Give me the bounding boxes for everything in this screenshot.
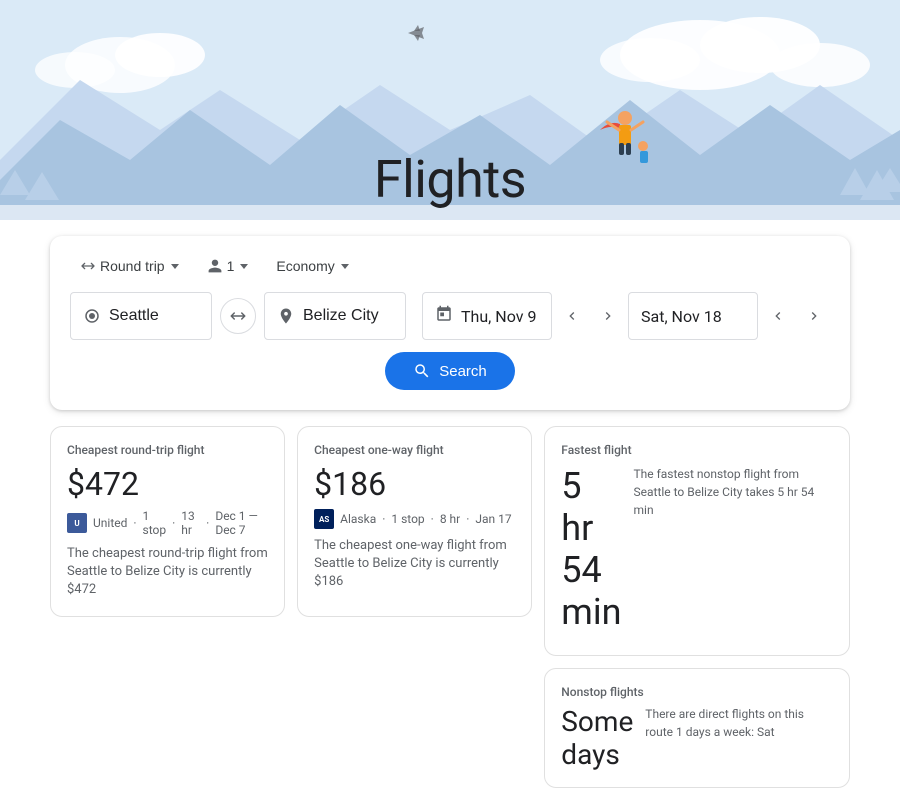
fastest-time: 5 hr 54 min <box>561 465 621 633</box>
nonstop-desc: There are direct flights on this route 1… <box>645 705 833 771</box>
cheapest-roundtrip-airline-row: U United · 1 stop · 13 hr · Dec 1 — Dec … <box>67 509 268 537</box>
cheapest-roundtrip-desc: The cheapest round-trip flight from Seat… <box>67 545 268 600</box>
passengers-button[interactable]: 1 <box>197 252 259 280</box>
return-date-prev[interactable] <box>762 300 794 332</box>
destination-icon <box>277 307 295 325</box>
passengers-chevron <box>240 264 248 269</box>
cheapest-oneway-price: $186 <box>314 465 515 503</box>
round-trip-icon <box>80 258 96 274</box>
date-section: Thu, Nov 9 Sat, Nov 18 <box>422 292 830 340</box>
search-container: Round trip 1 Economy <box>50 236 850 410</box>
fastest-card-inner: 5 hr 54 min The fastest nonstop flight f… <box>561 465 833 639</box>
chevron-right-icon <box>600 308 616 324</box>
trip-type-label: Round trip <box>100 258 165 274</box>
fastest-desc: The fastest nonstop flight from Seattle … <box>634 465 834 639</box>
cards-section: Cheapest round-trip flight $472 U United… <box>50 426 850 788</box>
destination-input[interactable] <box>303 307 393 325</box>
depart-date-next[interactable] <box>592 300 624 332</box>
cheapest-oneway-stops: 1 stop <box>391 512 424 526</box>
depart-date-text: Thu, Nov 9 <box>461 307 536 326</box>
trip-type-chevron <box>171 264 179 269</box>
cheapest-roundtrip-card[interactable]: Cheapest round-trip flight $472 U United… <box>50 426 285 617</box>
nonstop-flights-card[interactable]: Nonstop flights Some days There are dire… <box>544 668 850 788</box>
depart-date-field[interactable]: Thu, Nov 9 <box>422 292 552 340</box>
cheapest-roundtrip-duration: 13 hr <box>181 509 200 537</box>
depart-date-prev[interactable] <box>556 300 588 332</box>
origin-input[interactable] <box>109 307 199 325</box>
search-options-bar: Round trip 1 Economy <box>70 252 830 280</box>
cabin-label: Economy <box>276 258 334 274</box>
nonstop-card-inner: Some days There are direct flights on th… <box>561 705 833 771</box>
cheapest-roundtrip-dates: Dec 1 — Dec 7 <box>215 509 268 537</box>
calendar-icon <box>435 305 453 327</box>
passengers-label: 1 <box>227 258 235 274</box>
right-column: Fastest flight 5 hr 54 min The fastest n… <box>544 426 850 788</box>
fastest-card-main: 5 hr 54 min <box>561 465 621 639</box>
swap-button[interactable] <box>220 298 256 334</box>
person-icon <box>207 258 223 274</box>
cheapest-roundtrip-airline: United <box>93 516 127 530</box>
return-date-field[interactable]: Sat, Nov 18 <box>628 292 758 340</box>
cabin-chevron <box>341 264 349 269</box>
cheapest-roundtrip-stops: 1 stop <box>143 509 167 537</box>
search-button-wrap: Search <box>70 352 830 390</box>
nonstop-heading: Some days <box>561 705 633 771</box>
destination-field[interactable] <box>264 292 406 340</box>
origin-field[interactable] <box>70 292 212 340</box>
trip-type-button[interactable]: Round trip <box>70 252 189 280</box>
origin-icon <box>83 307 101 325</box>
search-icon <box>413 362 431 380</box>
chevron-left-2-icon <box>770 308 786 324</box>
hero-section: Flights <box>0 0 900 220</box>
united-logo: U <box>67 513 87 533</box>
search-button[interactable]: Search <box>385 352 515 390</box>
cabin-button[interactable]: Economy <box>266 252 358 280</box>
cheapest-oneway-card[interactable]: Cheapest one-way flight $186 AS Alaska ·… <box>297 426 532 617</box>
cheapest-roundtrip-price: $472 <box>67 465 268 503</box>
return-date-next[interactable] <box>798 300 830 332</box>
cheapest-oneway-label: Cheapest one-way flight <box>314 443 515 457</box>
cheapest-oneway-airline-row: AS Alaska · 1 stop · 8 hr · Jan 17 <box>314 509 515 529</box>
cheapest-oneway-duration: 8 hr <box>440 512 460 526</box>
chevron-right-2-icon <box>806 308 822 324</box>
search-inputs-row: Thu, Nov 9 Sat, Nov 18 <box>70 292 830 340</box>
cheapest-oneway-airline: Alaska <box>340 512 376 526</box>
page-title: Flights <box>374 149 526 210</box>
cheapest-oneway-date: Jan 17 <box>475 512 511 526</box>
alaska-logo: AS <box>314 509 334 529</box>
chevron-left-icon <box>564 308 580 324</box>
nonstop-label: Nonstop flights <box>561 685 833 699</box>
fastest-flight-card[interactable]: Fastest flight 5 hr 54 min The fastest n… <box>544 426 850 656</box>
nonstop-card-main: Some days <box>561 705 633 771</box>
swap-icon <box>229 307 247 325</box>
fastest-flight-label: Fastest flight <box>561 443 833 457</box>
cheapest-oneway-desc: The cheapest one-way flight from Seattle… <box>314 537 515 592</box>
search-button-label: Search <box>439 363 487 380</box>
return-date-text: Sat, Nov 18 <box>641 307 722 326</box>
cheapest-roundtrip-label: Cheapest round-trip flight <box>67 443 268 457</box>
